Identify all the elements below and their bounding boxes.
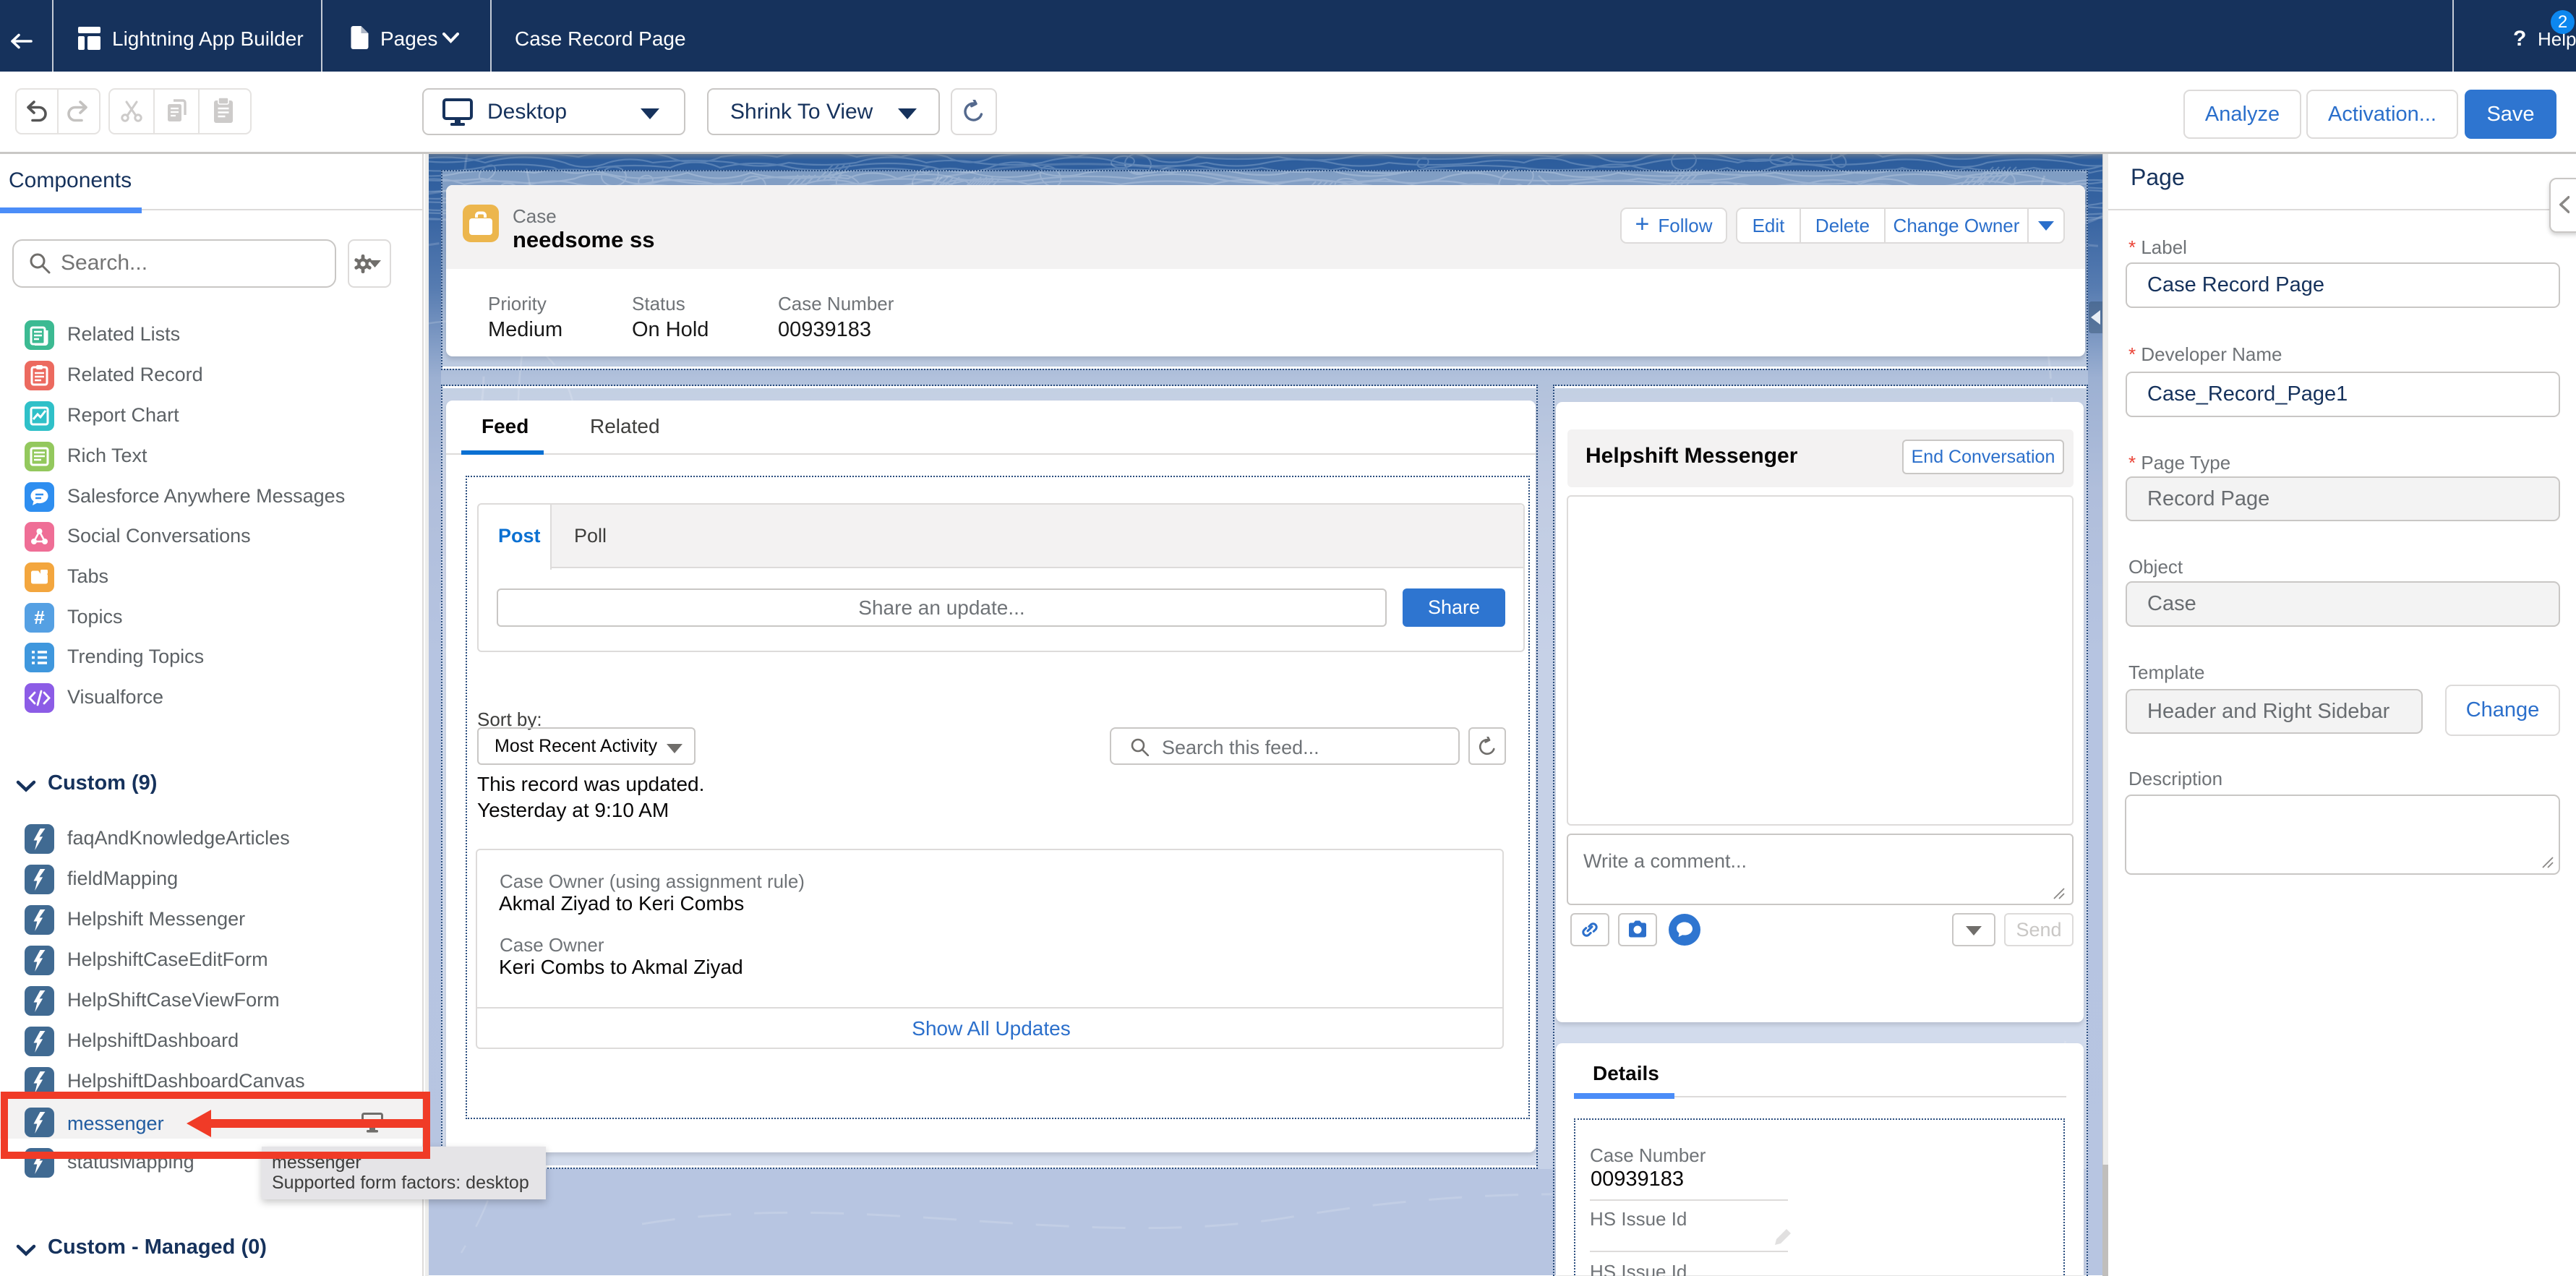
- svg-text:#: #: [34, 607, 45, 628]
